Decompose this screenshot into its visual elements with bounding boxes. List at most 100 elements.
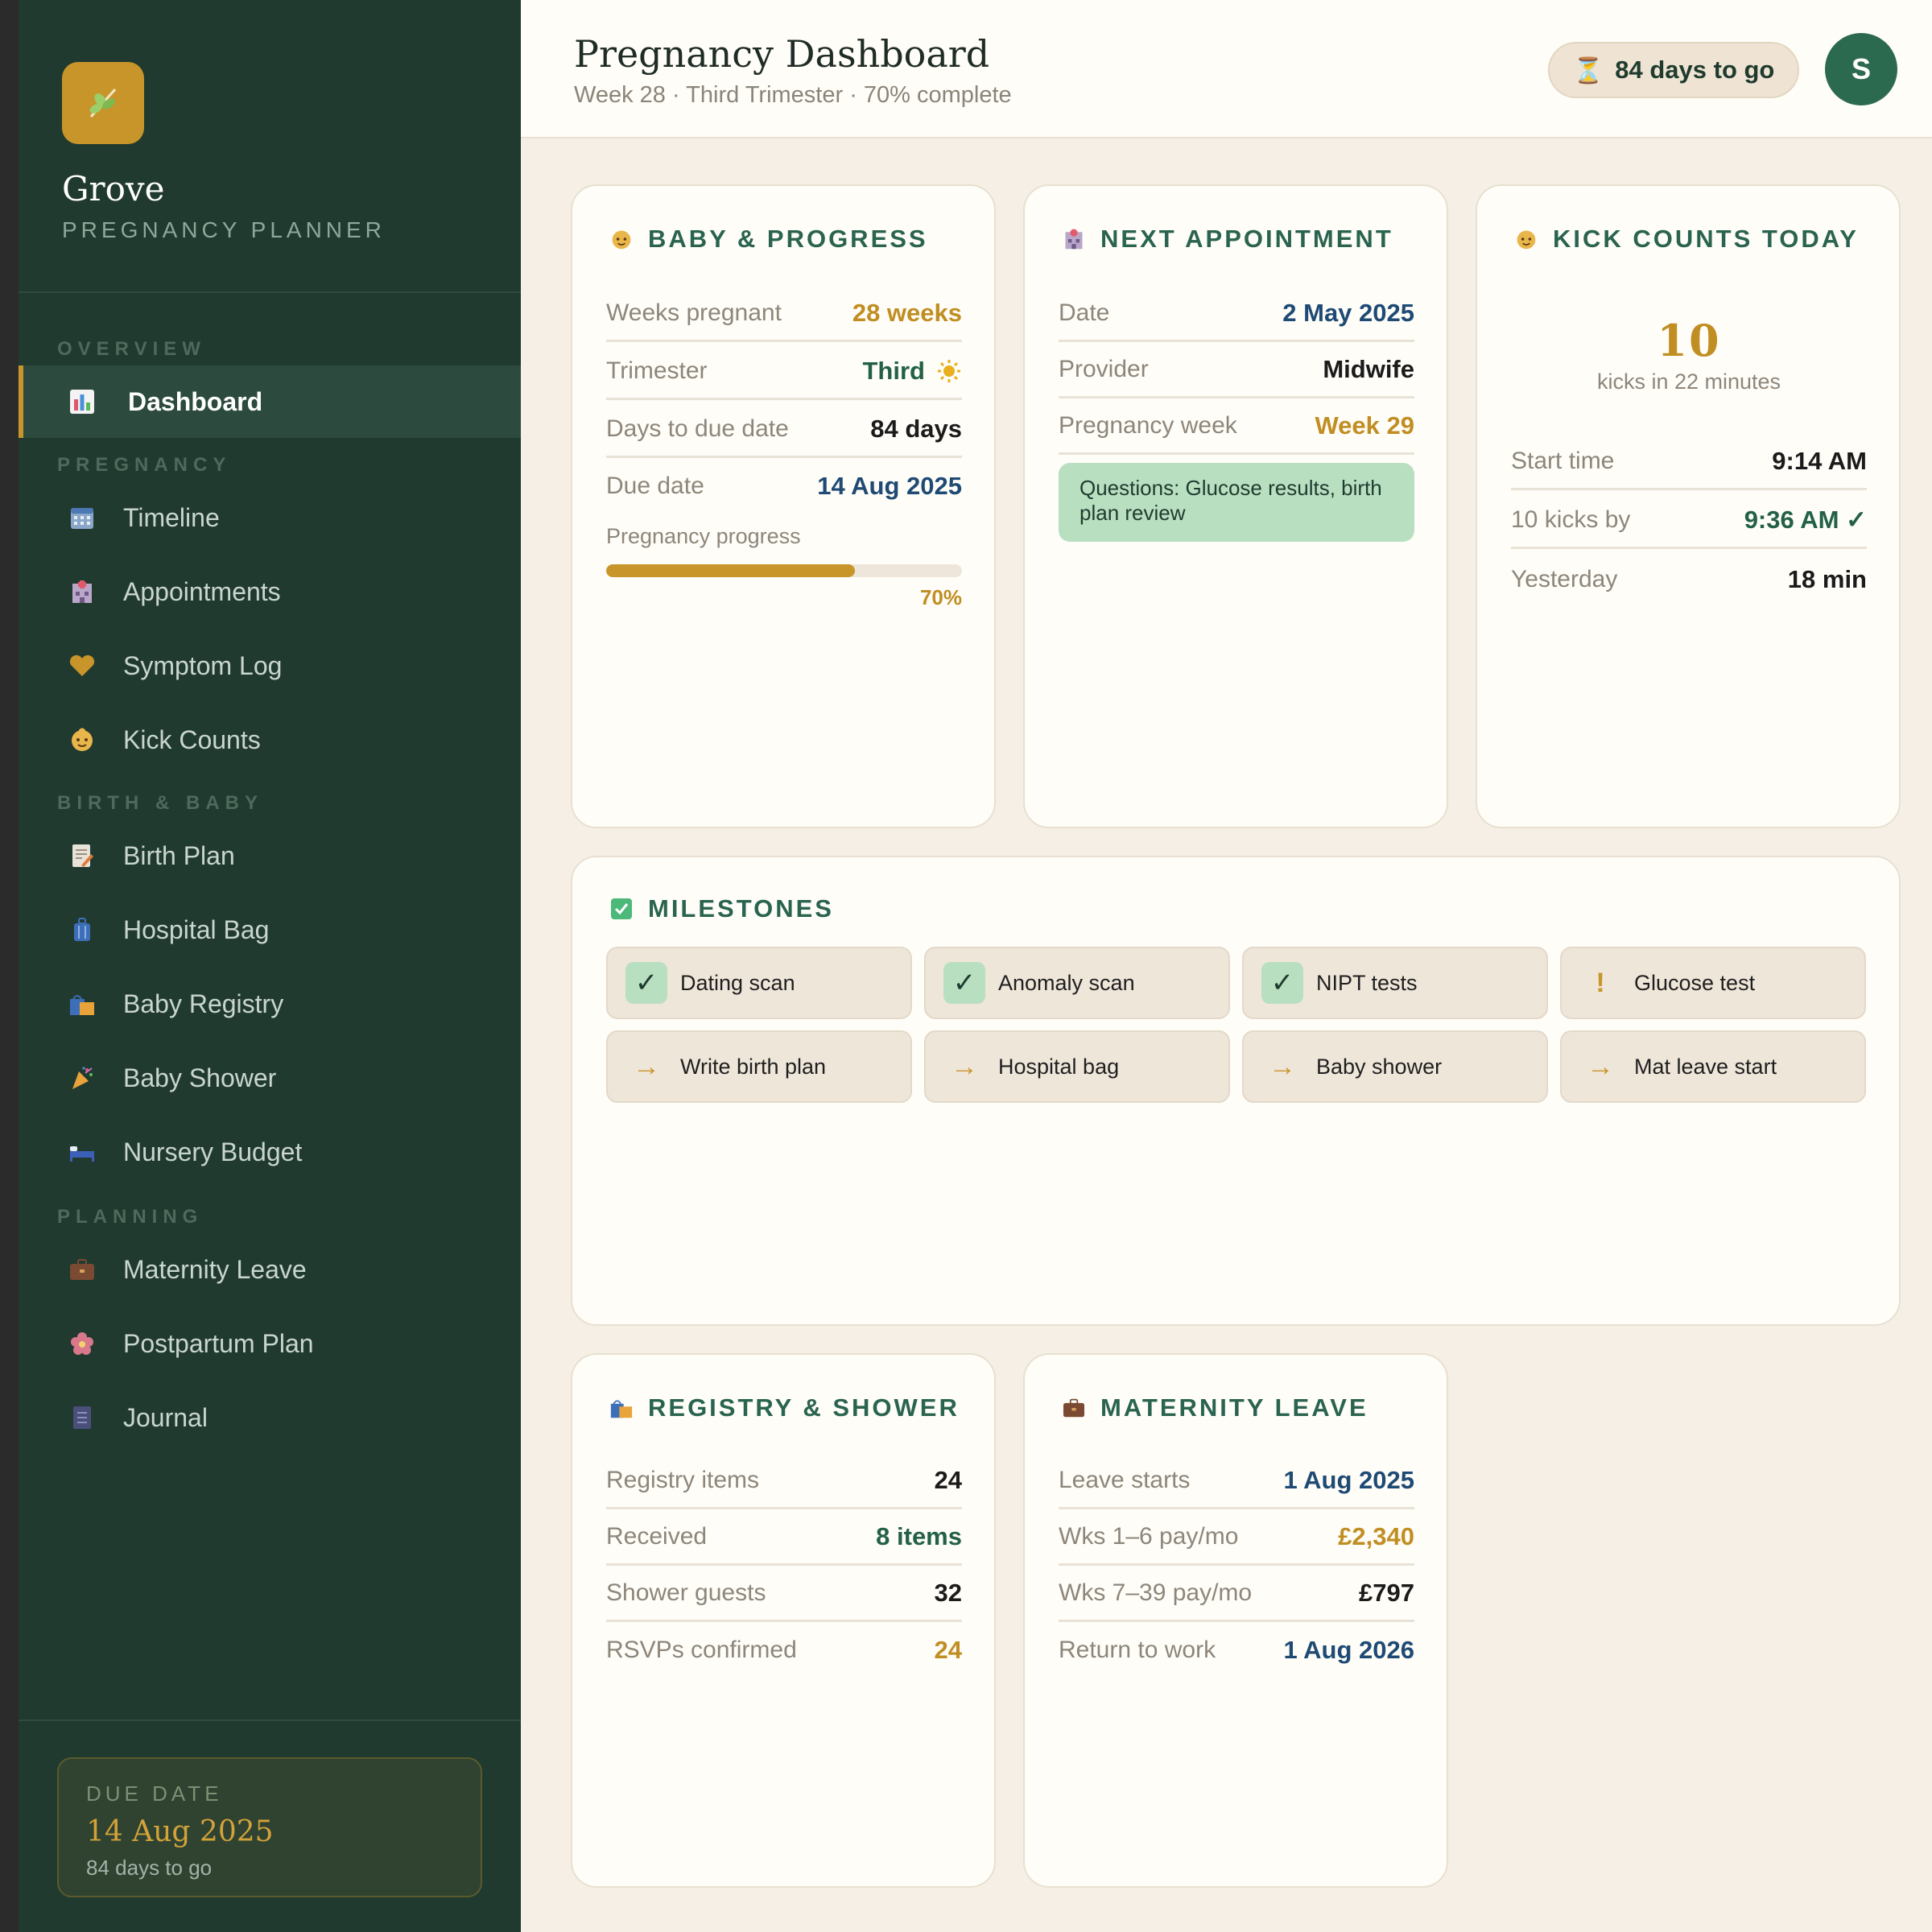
sidebar-item-journal[interactable]: Journal [19,1381,521,1454]
stat-label: Shower guests [606,1579,766,1606]
sidebar-item-appointments[interactable]: Appointments [19,555,521,628]
progress-percent: 70% [919,585,962,609]
notebook-icon [68,1404,96,1431]
sidebar-item-dashboard[interactable]: Dashboard [19,365,521,438]
stat-value: 1 Aug 2026 [1283,1636,1414,1664]
stat-label: Leave starts [1059,1466,1191,1493]
milestone-item[interactable]: ! Glucose test [1560,947,1866,1019]
blossom-icon [68,1330,96,1357]
check-icon: ✓ [1261,962,1303,1004]
check-box-icon [609,897,634,921]
calendar-icon [68,504,96,531]
sidebar-item-symptom-log[interactable]: Symptom Log [19,630,521,702]
shopping-bags-icon [68,990,96,1018]
section-label-pregnancy: PREGNANCY [57,454,232,476]
sidebar-item-postpartum-plan[interactable]: Postpartum Plan [19,1307,521,1380]
due-date-widget: DUE DATE 14 Aug 2025 84 days to go [57,1757,482,1897]
bar-chart-icon [68,388,96,415]
sidebar-item-label: Birth Plan [123,840,235,870]
milestone-item[interactable]: ✓ Dating scan [606,947,912,1019]
card-title: BABY & PROGRESS [609,225,928,254]
check-icon: ✓ [943,962,985,1004]
sidebar-item-maternity-leave[interactable]: Maternity Leave [19,1233,521,1306]
card-title-text: REGISTRY & SHOWER [648,1393,960,1422]
hourglass-icon: ⏳ [1572,56,1604,85]
milestone-item[interactable]: → Mat leave start [1560,1030,1866,1103]
stat-label: Registry items [606,1466,760,1493]
kick-count-subtitle: kicks in 22 minutes [1596,369,1781,394]
section-label-planning: PLANNING [57,1206,204,1228]
card-title: NEXT APPOINTMENT [1062,225,1393,254]
milestone-label: Anomaly scan [998,970,1135,995]
arrow-right-icon: → [633,1051,660,1082]
section-label-birth-baby: BIRTH & BABY [57,792,263,814]
exclamation-icon: ! [1596,967,1605,998]
sidebar-item-hospital-bag[interactable]: Hospital Bag [19,894,521,966]
next-appointment-card: NEXT APPOINTMENT Date 2 May 2025 Provide… [1023,184,1448,828]
card-title-text: MATERNITY LEAVE [1100,1393,1368,1422]
stat-row: 10 kicks by 9:36 AM ✓ [1511,493,1867,549]
sidebar-item-timeline[interactable]: Timeline [19,481,521,554]
card-title-text: NEXT APPOINTMENT [1100,225,1393,253]
milestone-label: Baby shower [1316,1054,1443,1079]
briefcase-icon [68,1256,96,1283]
stat-label: RSVPs confirmed [606,1637,797,1663]
sidebar: Grove PREGNANCY PLANNER OVERVIEW Dashboa… [19,0,521,1932]
days-to-go-text: 84 days to go [1615,56,1775,84]
progress-label: Pregnancy progress [606,524,801,548]
milestone-item[interactable]: ✓ NIPT tests [1242,947,1548,1019]
sidebar-item-kick-counts[interactable]: Kick Counts [19,704,521,776]
due-date-value: 14 Aug 2025 [86,1815,274,1848]
heart-icon [68,652,96,679]
milestone-label: Glucose test [1634,970,1756,995]
card-title: MILESTONES [609,894,834,923]
sidebar-item-birth-plan[interactable]: Birth Plan [19,819,521,892]
window-edge [0,0,19,1932]
card-title-text: MILESTONES [648,894,834,923]
sidebar-item-label: Nursery Budget [123,1137,303,1166]
stat-value: 84 days [870,414,962,443]
milestone-label: Write birth plan [680,1054,827,1079]
stat-row: Start time 9:14 AM [1511,434,1867,490]
app-subtitle: PREGNANCY PLANNER [62,217,386,242]
milestone-item[interactable]: ✓ Anomaly scan [924,947,1230,1019]
kick-count-value: 10 [1657,315,1721,366]
milestone-label: Dating scan [680,970,795,995]
stat-value: Midwife [1323,354,1414,383]
stat-label: Days to due date [606,415,789,442]
brand: Grove PREGNANCY PLANNER [19,0,521,293]
shopping-bags-icon [609,1396,634,1420]
avatar[interactable]: S [1825,33,1897,105]
stat-value: 24 [934,1636,962,1664]
sidebar-item-label: Symptom Log [123,650,283,680]
sidebar-item-label: Timeline [123,502,220,532]
milestone-item[interactable]: → Write birth plan [606,1030,912,1103]
bed-icon [68,1138,96,1166]
sidebar-item-baby-shower[interactable]: Baby Shower [19,1042,521,1114]
stat-value: Week 29 [1315,411,1414,440]
sidebar-item-label: Dashboard [128,386,263,416]
sidebar-item-baby-registry[interactable]: Baby Registry [19,968,521,1040]
days-to-go-badge[interactable]: ⏳ 84 days to go [1548,42,1799,98]
card-title-text: BABY & PROGRESS [648,225,928,253]
stat-value-group: Third [863,357,963,386]
stat-label: Yesterday [1511,566,1618,592]
sidebar-item-label: Baby Shower [123,1063,277,1092]
stat-label: Wks 1–6 pay/mo [1059,1522,1239,1550]
stat-value: 1 Aug 2025 [1283,1465,1414,1494]
stat-label: Due date [606,473,704,499]
sidebar-item-label: Journal [123,1402,208,1432]
stat-value: Third [862,356,926,385]
due-date-label: DUE DATE [86,1781,223,1806]
party-popper-icon [68,1064,96,1092]
milestone-item[interactable]: → Hospital bag [924,1030,1230,1103]
stat-label: Return to work [1059,1637,1216,1663]
stat-row: Pregnancy week Week 29 [1059,398,1414,455]
stat-value: 2 May 2025 [1282,298,1414,327]
milestone-item[interactable]: → Baby shower [1242,1030,1548,1103]
sidebar-item-nursery-budget[interactable]: Nursery Budget [19,1116,521,1188]
arrow-right-icon: → [951,1051,978,1082]
stat-value: 32 [934,1578,962,1607]
leaf-icon [89,88,117,118]
app-logo[interactable] [62,62,144,144]
